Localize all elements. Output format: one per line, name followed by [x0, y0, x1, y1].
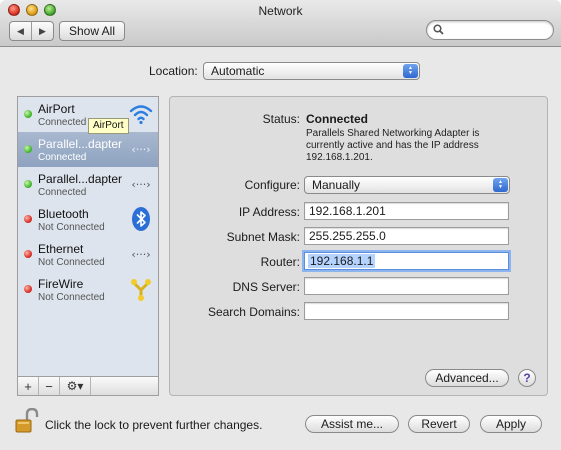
firewire-icon [131, 279, 151, 301]
subnet-mask-field[interactable]: 255.255.255.0 [304, 227, 509, 245]
status-value: Connected [306, 112, 369, 126]
router-field[interactable]: 192.168.1.1 [304, 252, 509, 270]
subnet-mask-label: Subnet Mask: [226, 230, 300, 244]
dns-server-field[interactable] [304, 277, 509, 295]
window-title: Network [258, 4, 303, 18]
network-preferences-window: Network ◀ ▶ Show All Location: Automatic… [0, 0, 561, 450]
lock-icon[interactable] [15, 408, 39, 434]
forward-button[interactable]: ▶ [31, 22, 53, 40]
forward-arrow-icon: ▶ [39, 25, 46, 36]
svg-text:‹···›: ‹···› [131, 178, 150, 191]
advanced-button[interactable]: Advanced... [425, 369, 509, 387]
service-parallels-shared[interactable]: Parallel...dapter Connected ‹···› [18, 132, 158, 167]
svg-text:‹···›: ‹···› [131, 248, 150, 261]
service-bluetooth[interactable]: Bluetooth Not Connected [18, 202, 158, 237]
status-dot-not-connected [24, 285, 32, 293]
ethernet-arrows-icon: ‹···› [131, 248, 150, 261]
show-all-button[interactable]: Show All [59, 21, 125, 41]
status-dot-connected [24, 110, 32, 118]
location-value: Automatic [211, 64, 265, 78]
ip-address-field[interactable]: 192.168.1.201 [304, 202, 509, 220]
back-arrow-icon: ◀ [17, 25, 24, 36]
configure-popup[interactable]: Manually ▲ ▼ [304, 176, 510, 194]
service-status: Not Connected [38, 222, 105, 233]
service-parallels-host[interactable]: Parallel...dapter Connected ‹···› [18, 167, 158, 202]
service-status: Connected [38, 117, 87, 128]
location-label: Location: [149, 64, 198, 78]
lock-message: Click the lock to prevent further change… [45, 418, 263, 432]
configure-label: Configure: [244, 178, 300, 192]
revert-button[interactable]: Revert [408, 415, 470, 433]
title-toolbar: Network ◀ ▶ Show All [0, 0, 561, 47]
search-domains-label: Search Domains: [207, 305, 300, 319]
search-domains-field[interactable] [304, 302, 509, 320]
dns-server-label: DNS Server: [232, 280, 300, 294]
popup-arrows-icon: ▲ ▼ [403, 64, 418, 78]
router-label: Router: [260, 255, 300, 269]
svg-text:‹···›: ‹···› [131, 143, 150, 156]
remove-service-button[interactable]: − [39, 377, 60, 395]
help-button[interactable]: ? [518, 369, 536, 387]
router-value: 192.168.1.1 [308, 254, 376, 268]
service-list-controls: + − ⚙▾ [17, 376, 159, 396]
ethernet-arrows-icon: ‹···› [131, 143, 150, 156]
service-status: Connected [38, 187, 87, 198]
status-dot-not-connected [24, 250, 32, 258]
back-forward-control: ◀ ▶ [9, 21, 54, 41]
wifi-icon [129, 105, 153, 125]
service-status: Not Connected [38, 257, 105, 268]
service-name: Parallel...dapter [38, 137, 123, 151]
search-icon [433, 24, 444, 35]
apply-button[interactable]: Apply [480, 415, 542, 433]
service-name: FireWire [38, 277, 84, 291]
ethernet-arrows-icon: ‹···› [131, 178, 150, 191]
service-status: Connected [38, 152, 87, 163]
status-dot-not-connected [24, 215, 32, 223]
airport-tooltip: AirPort [88, 118, 129, 134]
location-popup[interactable]: Automatic ▲ ▼ [203, 62, 420, 80]
service-name: Parallel...dapter [38, 172, 123, 186]
service-status: Not Connected [38, 292, 105, 303]
popup-arrows-icon: ▲ ▼ [493, 178, 508, 192]
ip-address-value: 192.168.1.201 [309, 204, 386, 218]
status-dot-connected [24, 180, 32, 188]
service-firewire[interactable]: FireWire Not Connected [18, 272, 158, 307]
action-menu-button[interactable]: ⚙▾ [60, 377, 91, 395]
status-label: Status: [262, 112, 300, 126]
ip-address-label: IP Address: [238, 205, 300, 219]
add-service-button[interactable]: + [18, 377, 39, 395]
assist-me-button[interactable]: Assist me... [305, 415, 399, 433]
configure-value: Manually [312, 178, 361, 192]
service-name: Ethernet [38, 242, 84, 256]
service-ethernet[interactable]: Ethernet Not Connected ‹···› [18, 237, 158, 272]
status-dot-connected [24, 145, 32, 153]
bluetooth-icon [132, 207, 150, 231]
search-field[interactable] [426, 20, 554, 40]
back-button[interactable]: ◀ [10, 22, 31, 40]
service-name: AirPort [38, 102, 75, 116]
service-list[interactable]: AirPort Connected Parallel...dapter Conn… [17, 96, 159, 396]
search-input[interactable] [449, 22, 549, 38]
subnet-mask-value: 255.255.255.0 [309, 229, 386, 243]
service-name: Bluetooth [38, 207, 89, 221]
status-description: Parallels Shared Networking Adapter is c… [306, 128, 480, 163]
